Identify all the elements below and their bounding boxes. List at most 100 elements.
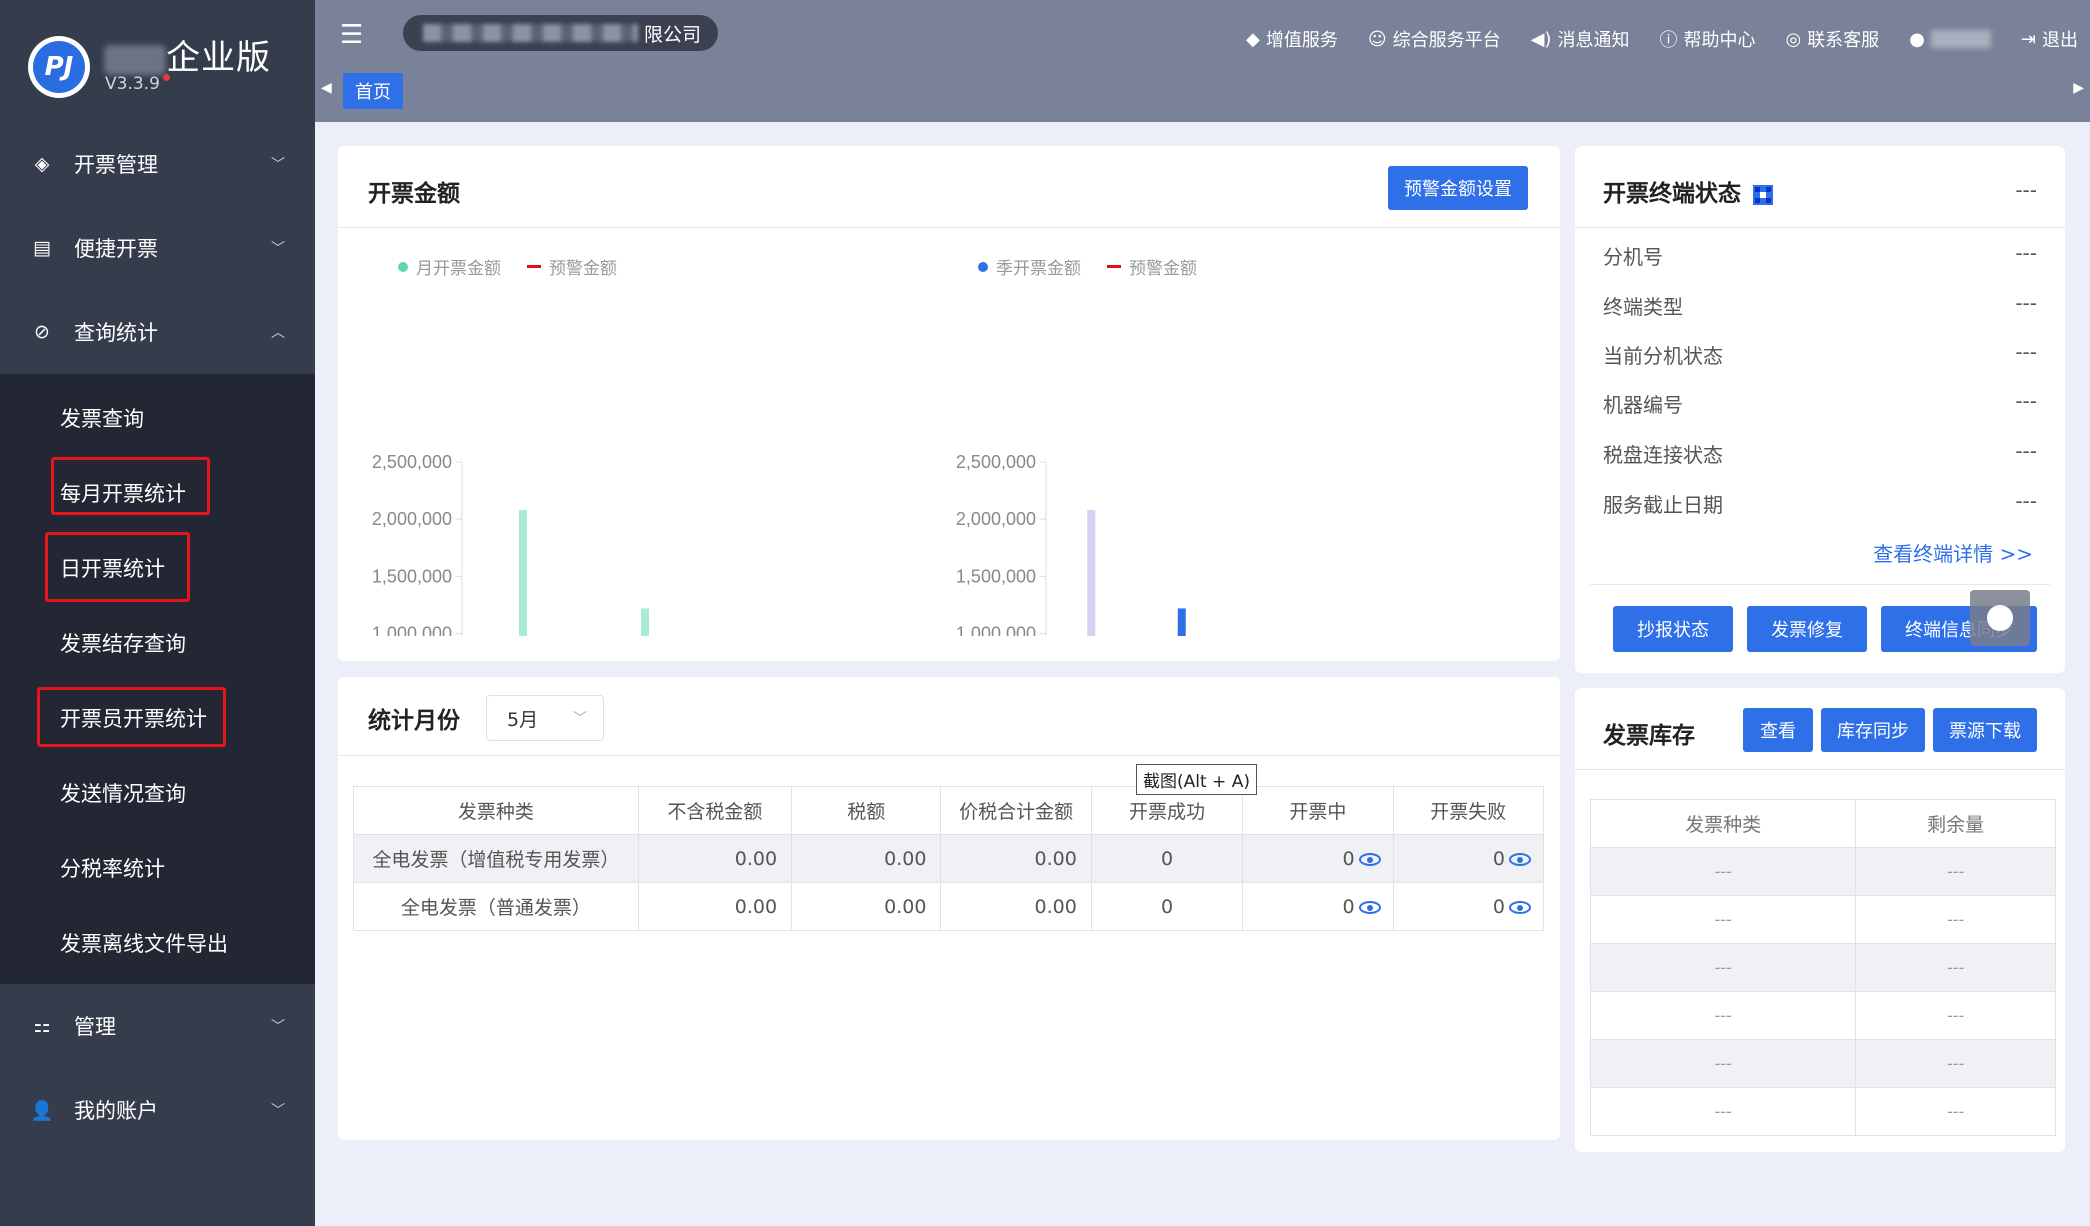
sidebar-item-daily-stats[interactable]: 日开票统计 [0, 530, 315, 605]
tab-home[interactable]: 首页 [343, 73, 403, 109]
y-tick-label: 2,500,000 [956, 452, 1036, 472]
y-tick-label: 2,000,000 [372, 509, 452, 529]
sidebar-item-send-query[interactable]: 发送情况查询 [0, 755, 315, 830]
tab-scroll-left-icon[interactable]: ◀ [321, 80, 332, 96]
view-stock-button[interactable]: 查看 [1743, 708, 1813, 752]
terminal-row: 当前分机状态 --- [1603, 340, 2037, 368]
pending-count-link[interactable]: 0 [1242, 834, 1394, 883]
sidebar: PJ 企业版 V3.3.9 ◈ 开票管理 ﹀ ▤ 便捷开票 ﹀ ⊘ 查询统计 ︿… [0, 0, 315, 1226]
y-tick-label: 2,500,000 [372, 452, 452, 472]
terminal-row: 终端类型 --- [1603, 291, 2037, 319]
menu-invoice-management[interactable]: ◈ 开票管理 ﹀ [0, 122, 315, 206]
report-status-button[interactable]: 抄报状态 [1613, 606, 1733, 652]
link-value-added[interactable]: ◆ 增值服务 [1246, 26, 1338, 52]
sidebar-item-monthly-stats[interactable]: 每月开票统计 [0, 455, 315, 530]
menu-query-stats[interactable]: ⊘ 查询统计 ︿ [0, 290, 315, 374]
user-icon: 👤 [30, 1099, 54, 1122]
link-service-platform[interactable]: ☺ 综合服务平台 [1368, 26, 1501, 52]
legend-label: 预警金额 [1129, 259, 1197, 279]
column-header: 开票中 [1242, 786, 1394, 835]
panel-title: 发票库存 [1603, 723, 1695, 749]
brand-name-blurred [104, 44, 166, 75]
company-selector[interactable]: 限公司 [403, 15, 718, 51]
tag-icon: ◈ [34, 153, 50, 175]
column-header: 价税合计金额 [940, 786, 1092, 835]
link-support[interactable]: ◎ 联系客服 [1785, 26, 1879, 52]
column-header: 税额 [791, 786, 942, 835]
divider [338, 755, 1560, 756]
headset-icon: ◎ [1785, 28, 1802, 50]
warning-amount-settings-button[interactable]: 预警金额设置 [1388, 166, 1528, 210]
menu-toggle-icon[interactable]: ☰ [340, 20, 363, 50]
speaker-icon: ◀) [1530, 28, 1552, 50]
sidebar-item-tax-rate-stats[interactable]: 分税率统计 [0, 830, 315, 905]
chevron-down-icon: ﹀ [271, 157, 285, 173]
table-row: 全电发票（普通发票） 0.00 0.00 0.00 0 0 0 [353, 882, 1545, 931]
link-help-center[interactable]: ⓘ 帮助中心 [1659, 26, 1755, 52]
brand-title-suffix: 企业版 [166, 38, 271, 78]
stats-table: 发票种类 不含税金额 税额 价税合计金额 开票成功 开票中 开票失败 全电发票（… [353, 786, 1545, 931]
sidebar-item-operator-stats[interactable]: 开票员开票统计 [0, 680, 315, 755]
legend-label: 季开票金额 [996, 259, 1081, 279]
monthly-stats-panel: 统计月份 5月 ﹀ 发票种类 不含税金额 税额 价税合计金额 开票成功 开票中 … [338, 677, 1560, 1140]
ticket-download-button[interactable]: 票源下载 [1933, 708, 2037, 752]
chart-legend-monthly: 月开票金额 预警金额 [398, 254, 617, 279]
legend-dash-icon [527, 265, 541, 268]
legend-label: 预警金额 [549, 259, 617, 279]
y-tick-label: 1,000,000 [372, 624, 452, 636]
sidebar-item-offline-export[interactable]: 发票离线文件导出 [0, 905, 315, 980]
user-menu[interactable]: ● [1909, 26, 1991, 52]
sidebar-item-invoice-query[interactable]: 发票查询 [0, 380, 315, 455]
submenu-query-stats: 发票查询 每月开票统计 日开票统计 发票结存查询 开票员开票统计 发送情况查询 … [0, 374, 315, 984]
column-header: 发票种类 [353, 786, 639, 835]
chevron-down-icon: ﹀ [271, 241, 285, 257]
eye-icon[interactable] [1509, 852, 1531, 866]
terminal-row: 机器编号 --- [1603, 389, 2037, 417]
link-logout[interactable]: ⇥ 退出 [2021, 26, 2078, 52]
view-terminal-details-link[interactable]: 查看终端详情 >> [1873, 538, 2033, 567]
menu-group-label: 开票管理 [74, 153, 158, 177]
gem-icon: ◆ [1245, 28, 1260, 50]
menu-my-account[interactable]: 👤 我的账户 ﹀ [0, 1068, 315, 1152]
sidebar-item-balance-query[interactable]: 发票结存查询 [0, 605, 315, 680]
quarterly-bar-chart: 0500,0001,000,0001,500,0002,000,0002,500… [956, 452, 1186, 636]
panel-title: 统计月份 [368, 708, 460, 734]
table-row: --- --- [1589, 991, 2056, 1040]
menu-group-label: 查询统计 [74, 321, 158, 345]
eye-icon[interactable] [1509, 900, 1531, 914]
menu-management[interactable]: ⚏ 管理 ﹀ [0, 984, 315, 1068]
column-header: 开票失败 [1392, 786, 1545, 835]
pending-count-link[interactable]: 0 [1242, 882, 1394, 931]
menu-quick-invoice[interactable]: ▤ 便捷开票 ﹀ [0, 206, 315, 290]
chevron-down-icon: ﹀ [271, 1019, 285, 1035]
month-select[interactable]: 5月 ﹀ [486, 695, 604, 741]
failed-count-link[interactable]: 0 [1392, 834, 1545, 883]
invoice-stock-panel: 发票库存 查看 库存同步 票源下载 发票种类 剩余量 --- --- --- ---… [1575, 688, 2065, 1152]
search-icon: ⊘ [34, 321, 50, 343]
grid-icon: ⚏ [33, 1015, 51, 1037]
terminal-title-value: --- [2015, 178, 2037, 202]
link-notifications[interactable]: ◀) 消息通知 [1531, 26, 1630, 52]
divider [1575, 769, 2065, 770]
invoice-repair-button[interactable]: 发票修复 [1747, 606, 1867, 652]
failed-count-link[interactable]: 0 [1392, 882, 1545, 931]
document-icon: ▤ [33, 237, 51, 259]
y-tick-label: 1,000,000 [956, 624, 1036, 636]
table-row: --- --- [1589, 1039, 2056, 1088]
eye-icon[interactable] [1358, 900, 1381, 914]
bar [641, 608, 649, 636]
panel-title: 开票终端状态 [1603, 174, 1773, 208]
panel-title: 开票金额 [368, 181, 460, 207]
y-tick-label: 2,000,000 [956, 509, 1036, 529]
eye-icon[interactable] [1358, 852, 1381, 866]
stock-sync-button[interactable]: 库存同步 [1821, 708, 1925, 752]
bar [519, 510, 527, 636]
qr-code-icon[interactable] [1753, 184, 1773, 205]
table-row: --- --- [1589, 943, 2056, 992]
tab-scroll-right-icon[interactable]: ▶ [2073, 80, 2084, 96]
menu-group-label: 我的账户 [74, 1099, 158, 1123]
legend-dot-icon [398, 261, 408, 272]
float-chat-icon[interactable] [1970, 590, 2030, 646]
legend-label: 月开票金额 [416, 259, 501, 279]
chart-legend-quarterly: 季开票金额 预警金额 [978, 254, 1197, 279]
